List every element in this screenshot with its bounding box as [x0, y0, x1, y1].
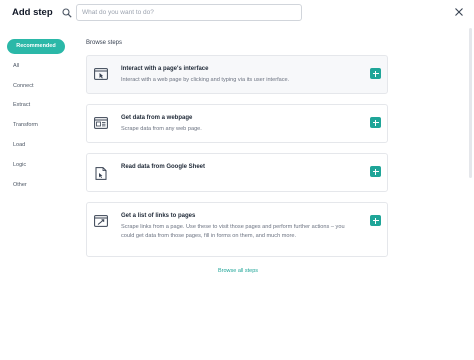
step-card-links-list[interactable]: Get a list of links to pages Scrape link…	[86, 202, 388, 257]
category-all[interactable]: All	[7, 59, 65, 74]
add-step-button[interactable]	[370, 215, 381, 226]
step-description: Scrape links from a page. Use these to v…	[121, 224, 345, 239]
category-load[interactable]: Load	[7, 138, 65, 153]
browser-interact-icon	[94, 68, 108, 80]
add-step-button[interactable]	[370, 117, 381, 128]
sheet-icon	[95, 167, 107, 180]
step-description: Scrape data from any web page.	[121, 126, 202, 132]
category-extract[interactable]: Extract	[7, 98, 65, 113]
add-step-button[interactable]	[370, 166, 381, 177]
step-card-interact[interactable]: Interact with a page's interface Interac…	[86, 55, 388, 94]
add-step-button[interactable]	[370, 68, 381, 79]
dialog-title: Add step	[12, 7, 53, 18]
step-description: Interact with a web page by clicking and…	[121, 77, 290, 83]
category-list: Recommended All Connect Extract Transfor…	[7, 39, 65, 197]
links-list-icon	[94, 215, 108, 227]
scrollbar[interactable]	[469, 28, 472, 178]
section-label: Browse steps	[86, 40, 123, 46]
category-connect[interactable]: Connect	[7, 79, 65, 94]
step-title: Interact with a page's interface	[121, 66, 209, 72]
step-card-get-data[interactable]: Get data from a webpage Scrape data from…	[86, 104, 388, 143]
category-logic[interactable]: Logic	[7, 158, 65, 173]
step-title: Read data from Google Sheet	[121, 164, 206, 170]
category-recommended[interactable]: Recommended	[7, 39, 65, 54]
browse-all-link[interactable]: Browse all steps	[218, 268, 258, 274]
add-step-dialog: Add step Recommended All Connect Extract…	[0, 0, 474, 360]
step-title: Get a list of links to pages	[121, 213, 196, 219]
dialog-header: Add step	[0, 0, 474, 26]
search-input[interactable]	[76, 4, 302, 21]
step-card-google-sheet[interactable]: Read data from Google Sheet	[86, 153, 388, 192]
search-icon	[62, 8, 72, 18]
category-transform[interactable]: Transform	[7, 118, 65, 133]
category-other[interactable]: Other	[7, 178, 65, 193]
webpage-data-icon	[94, 117, 108, 129]
close-icon[interactable]	[454, 7, 464, 17]
step-title: Get data from a webpage	[121, 115, 193, 121]
